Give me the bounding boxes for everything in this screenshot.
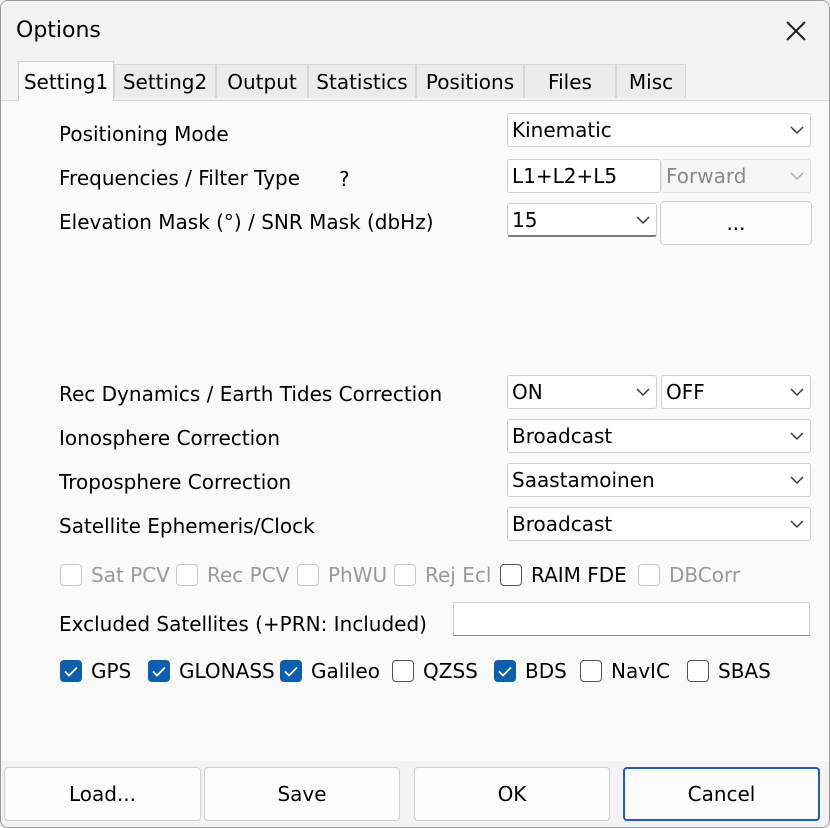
tab-output[interactable]: Output <box>216 64 308 98</box>
checkbox-box[interactable] <box>580 660 602 682</box>
close-icon <box>786 21 806 41</box>
rec-pcv-label: Rec PCV <box>207 563 290 587</box>
checkbox-box[interactable] <box>687 660 709 682</box>
chevron-down-icon <box>784 114 810 146</box>
checkbox-box <box>394 564 416 586</box>
ephemeris-select[interactable]: Broadcast <box>507 507 811 541</box>
checkbox-box[interactable] <box>494 660 516 682</box>
elevation-mask-select[interactable]: 15 <box>507 203 657 237</box>
chevron-down-icon <box>784 376 810 408</box>
checkmark-icon <box>284 666 298 677</box>
tab-setting1[interactable]: Setting1 <box>18 61 114 101</box>
glonass-label: GLONASS <box>179 659 275 683</box>
dbcorr-checkbox: DBCorr <box>638 563 740 587</box>
gps-label: GPS <box>91 659 132 683</box>
checkbox-box <box>176 564 198 586</box>
checkmark-icon <box>64 666 78 677</box>
checkmark-icon <box>152 666 166 677</box>
title-bar: Options <box>1 1 829 61</box>
filter-type-select: Forward <box>661 159 811 193</box>
positioning-mode-select[interactable]: Kinematic <box>507 113 811 147</box>
filter-type-value: Forward <box>666 164 747 188</box>
glonass-checkbox[interactable]: GLONASS <box>148 659 275 683</box>
save-button[interactable]: Save <box>204 767 400 821</box>
phwu-label: PhWU <box>328 563 388 587</box>
excluded-satellites-input[interactable] <box>453 602 810 636</box>
sbas-label: SBAS <box>718 659 771 683</box>
raim-fde-checkbox[interactable]: RAIM FDE <box>500 563 627 587</box>
gps-checkbox[interactable]: GPS <box>60 659 131 683</box>
qzss-label: QZSS <box>423 659 478 683</box>
checkbox-box <box>60 564 82 586</box>
button-bar: Load... Save OK Cancel <box>1 761 829 827</box>
frequencies-select[interactable]: L1+L2+L5 <box>507 159 661 193</box>
checkbox-box[interactable] <box>60 660 82 682</box>
ephemeris-value: Broadcast <box>512 512 613 536</box>
tab-misc[interactable]: Misc <box>616 64 686 98</box>
rej-ecl-checkbox: Rej Ecl <box>394 563 491 587</box>
chevron-down-icon <box>630 376 656 408</box>
chevron-down-icon <box>784 464 810 496</box>
rec-dynamics-select[interactable]: ON <box>507 375 657 409</box>
sat-pcv-checkbox: Sat PCV <box>60 563 170 587</box>
galileo-label: Galileo <box>311 659 380 683</box>
sbas-checkbox[interactable]: SBAS <box>687 659 771 683</box>
close-button[interactable] <box>771 9 821 53</box>
elevation-mask-value: 15 <box>512 207 538 232</box>
chevron-down-icon <box>784 420 810 452</box>
troposphere-value: Saastamoinen <box>512 468 655 492</box>
tab-statistics[interactable]: Statistics <box>308 64 416 98</box>
earth-tides-value: OFF <box>666 380 705 404</box>
rej-ecl-label: Rej Ecl <box>425 563 492 587</box>
rec-dynamics-value: ON <box>512 380 543 404</box>
checkbox-box <box>638 564 660 586</box>
positioning-mode-value: Kinematic <box>512 118 612 142</box>
tab-strip: Setting1 Setting2 Output Statistics Posi… <box>1 61 829 101</box>
tab-setting2[interactable]: Setting2 <box>114 64 216 98</box>
cancel-button[interactable]: Cancel <box>623 767 820 821</box>
positioning-mode-label: Positioning Mode <box>59 122 229 146</box>
frequencies-value: L1+L2+L5 <box>512 164 618 188</box>
ionosphere-label: Ionosphere Correction <box>59 426 281 450</box>
checkbox-box[interactable] <box>500 564 522 586</box>
excluded-satellites-label: Excluded Satellites (+PRN: Included) <box>59 612 427 636</box>
tab-positions[interactable]: Positions <box>416 64 524 98</box>
chevron-down-icon <box>630 204 656 235</box>
checkbox-box <box>297 564 319 586</box>
phwu-checkbox: PhWU <box>297 563 387 587</box>
checkbox-box[interactable] <box>392 660 414 682</box>
snr-mask-button[interactable]: ... <box>660 201 812 245</box>
earth-tides-select[interactable]: OFF <box>661 375 811 409</box>
options-dialog: Options Setting1 Setting2 Output Statist… <box>0 0 830 828</box>
load-button[interactable]: Load... <box>4 767 201 821</box>
frequencies-filter-label: Frequencies / Filter Type <box>59 166 301 190</box>
qzss-checkbox[interactable]: QZSS <box>392 659 478 683</box>
chevron-down-icon <box>784 508 810 540</box>
navic-checkbox[interactable]: NavIC <box>580 659 670 683</box>
troposphere-label: Troposphere Correction <box>59 470 292 494</box>
ionosphere-value: Broadcast <box>512 424 613 448</box>
sat-pcv-label: Sat PCV <box>91 563 170 587</box>
checkmark-icon <box>498 666 512 677</box>
window-title: Options <box>16 18 101 43</box>
troposphere-select[interactable]: Saastamoinen <box>507 463 811 497</box>
galileo-checkbox[interactable]: Galileo <box>280 659 380 683</box>
dbcorr-label: DBCorr <box>669 563 741 587</box>
rec-pcv-checkbox: Rec PCV <box>176 563 289 587</box>
navic-label: NavIC <box>611 659 670 683</box>
raim-fde-label: RAIM FDE <box>531 563 627 587</box>
bds-label: BDS <box>525 659 567 683</box>
help-question-mark[interactable]: ? <box>339 167 350 191</box>
chevron-down-icon <box>784 160 810 192</box>
checkbox-box[interactable] <box>148 660 170 682</box>
bds-checkbox[interactable]: BDS <box>494 659 567 683</box>
elevation-snr-label: Elevation Mask (°) / SNR Mask (dbHz) <box>59 210 434 234</box>
checkbox-box[interactable] <box>280 660 302 682</box>
ok-button[interactable]: OK <box>414 767 610 821</box>
rec-dynamics-tides-label: Rec Dynamics / Earth Tides Correction <box>59 382 443 406</box>
ionosphere-select[interactable]: Broadcast <box>507 419 811 453</box>
tab-files[interactable]: Files <box>524 64 616 98</box>
ephemeris-label: Satellite Ephemeris/Clock <box>59 514 315 538</box>
